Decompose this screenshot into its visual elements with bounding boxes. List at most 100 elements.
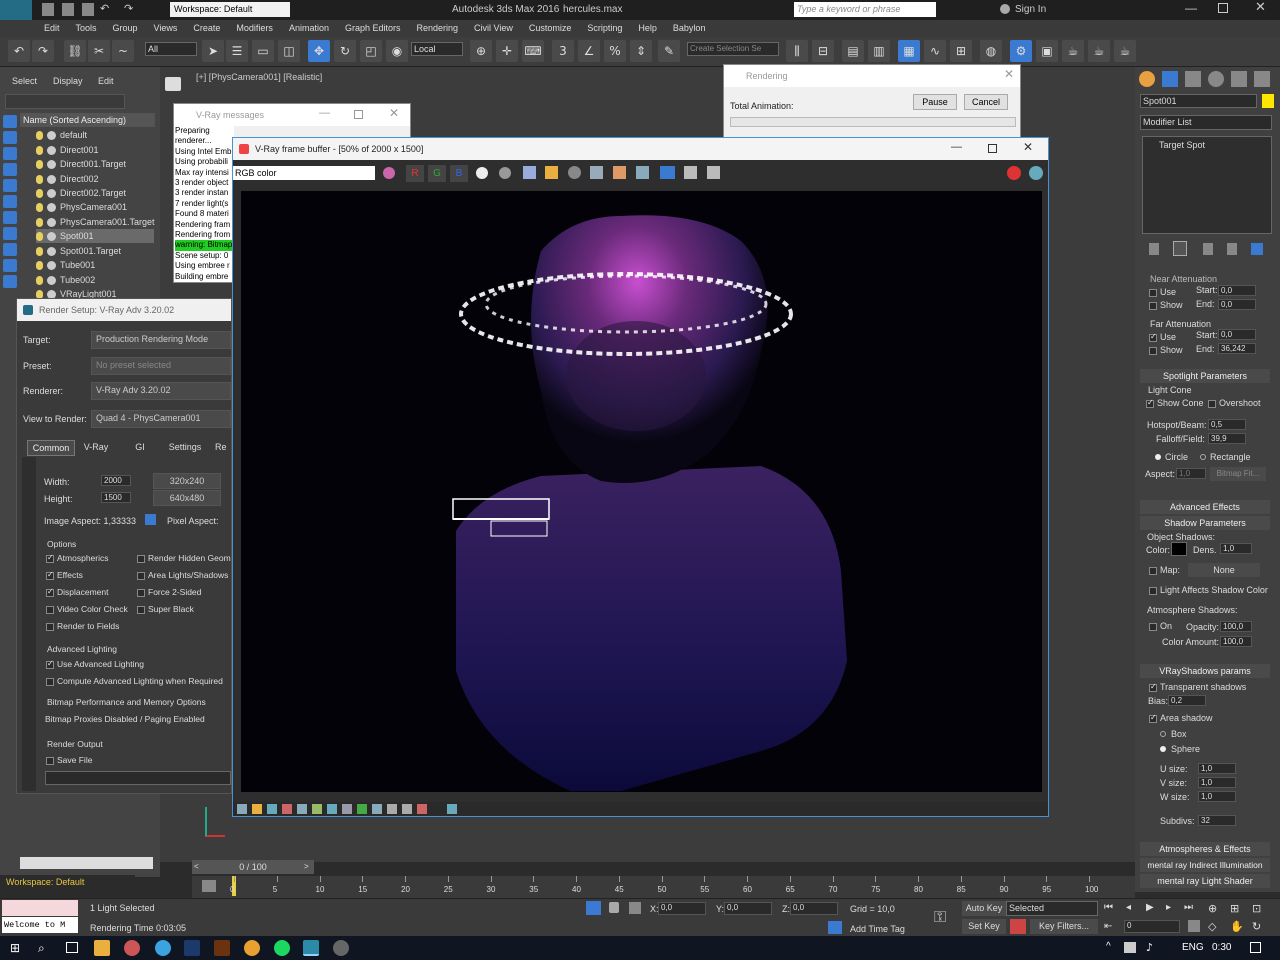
prev-frame-icon[interactable]: ◂ xyxy=(1126,902,1131,913)
align-icon[interactable]: ⊟ xyxy=(812,40,834,62)
layer-explorer-icon[interactable]: ▤ xyxy=(842,40,864,62)
keyboard-language[interactable]: ENG xyxy=(1182,942,1204,953)
undo-icon[interactable]: ↶ xyxy=(8,40,30,62)
render-iterative-icon[interactable]: ☕ xyxy=(1088,40,1110,62)
z-coordinate-field[interactable]: 0,0 xyxy=(790,902,838,915)
green-channel-button[interactable]: G xyxy=(428,165,446,182)
configure-sets-icon[interactable] xyxy=(1251,243,1263,255)
modifier-stack[interactable]: Target Spot xyxy=(1142,136,1272,234)
window-maximize-button[interactable] xyxy=(988,144,997,153)
display-tab-icon[interactable] xyxy=(1231,71,1247,87)
box-radio[interactable]: Box xyxy=(1160,729,1210,739)
time-slider[interactable]: 0 / 100 xyxy=(192,860,314,874)
falloff-spinner[interactable]: 39,9 xyxy=(1208,433,1246,444)
menu-help[interactable]: Help xyxy=(630,20,665,37)
compute-advanced-lighting-checkbox[interactable]: Compute Advanced Lighting when Required xyxy=(46,676,223,686)
tab-gi[interactable]: GI xyxy=(121,440,159,456)
signin-icon[interactable] xyxy=(1000,4,1010,14)
histogram-icon[interactable] xyxy=(402,804,412,814)
file-explorer-icon[interactable] xyxy=(94,940,110,956)
vfb-title[interactable]: V-Ray frame buffer - [50% of 2000 x 1500… xyxy=(233,138,1048,160)
light-bulb-icon[interactable] xyxy=(36,218,43,228)
schematic-view-icon[interactable]: ⊞ xyxy=(950,40,972,62)
rendering-progress-window[interactable]: Rendering ✕ Total Animation: Pause Cance… xyxy=(723,64,1021,144)
render-production-icon[interactable]: ☕ xyxy=(1062,40,1084,62)
pin-stack-icon[interactable] xyxy=(1149,243,1159,255)
selection-lock-icon[interactable] xyxy=(609,902,619,913)
pan-icon[interactable]: ✋ xyxy=(1230,920,1244,933)
save-image-icon[interactable] xyxy=(523,166,536,179)
advanced-effects-rollout[interactable]: Advanced Effects xyxy=(1140,500,1270,514)
3dsmax-taskbar-icon[interactable] xyxy=(303,940,319,956)
list-item[interactable]: Direct002 xyxy=(36,172,99,186)
list-item[interactable]: PhysCamera001.Target xyxy=(36,215,155,229)
force-2-sided-checkbox[interactable]: Force 2-Sided xyxy=(137,587,201,597)
scene-explorer-hscroll[interactable] xyxy=(20,857,153,869)
menu-babylon[interactable]: Babylon xyxy=(665,20,714,37)
display-spacewarps-icon[interactable] xyxy=(3,227,17,240)
render-image[interactable] xyxy=(241,191,1042,792)
lut-icon[interactable] xyxy=(312,804,322,814)
snaps-toggle-icon[interactable]: 3 xyxy=(552,40,574,62)
reference-coord-dropdown[interactable]: Local xyxy=(411,42,463,56)
view-to-render-dropdown[interactable]: Quad 4 - PhysCamera001 xyxy=(91,410,231,428)
render-setup-title[interactable]: Render Setup: V-Ray Adv 3.20.02 xyxy=(17,299,231,321)
overshoot-checkbox[interactable]: Overshoot xyxy=(1208,398,1272,408)
menu-rendering[interactable]: Rendering xyxy=(409,20,467,37)
list-item[interactable]: PhysCamera001 xyxy=(36,200,127,214)
render-hidden-geom-checkbox[interactable]: Render Hidden Geom xyxy=(137,553,231,563)
named-selection-input[interactable]: Create Selection Se xyxy=(687,42,779,56)
list-item[interactable]: Direct001 xyxy=(36,143,99,157)
display-xrefs-icon[interactable] xyxy=(3,259,17,272)
quick-access-save-icon[interactable] xyxy=(82,3,94,16)
unlink-icon[interactable]: ✂ xyxy=(88,40,110,62)
levels-icon[interactable] xyxy=(282,804,292,814)
area-lights-shadows-checkbox[interactable]: Area Lights/Shadows xyxy=(137,570,228,580)
menu-scripting[interactable]: Scripting xyxy=(579,20,630,37)
photoshop-icon[interactable] xyxy=(184,940,200,956)
menu-group[interactable]: Group xyxy=(105,20,146,37)
list-item-selected[interactable]: Spot001 xyxy=(36,229,154,243)
spotify-icon[interactable] xyxy=(274,940,290,956)
width-spinner[interactable]: 2000 xyxy=(101,475,131,486)
select-and-scale-icon[interactable]: ◰ xyxy=(360,40,382,62)
save-file-checkbox[interactable]: Save File xyxy=(46,755,92,765)
redo-icon[interactable]: ↷ xyxy=(124,2,133,15)
menu-edit[interactable]: Edit xyxy=(36,20,68,37)
list-item[interactable]: Spot001.Target xyxy=(36,244,121,258)
material-editor-icon[interactable]: ◍ xyxy=(980,40,1002,62)
spotlight-parameters-rollout[interactable]: Spotlight Parameters xyxy=(1140,369,1270,383)
vray-taskbar-icon[interactable] xyxy=(333,940,349,956)
modify-tab-icon[interactable] xyxy=(1162,71,1178,87)
render-setup-scrollbar[interactable] xyxy=(22,457,36,791)
rendered-frame-window-icon[interactable]: ▣ xyxy=(1036,40,1058,62)
icc-icon[interactable] xyxy=(327,804,337,814)
color-corrections-icon[interactable] xyxy=(252,804,262,814)
alpha-channel-icon[interactable] xyxy=(499,167,511,179)
quick-access-new-icon[interactable] xyxy=(42,3,54,16)
track-bar-icon[interactable] xyxy=(202,880,216,892)
far-start-spinner[interactable]: 0,0 xyxy=(1218,329,1256,340)
super-black-checkbox[interactable]: Super Black xyxy=(137,604,194,614)
lock-aspect-icon[interactable] xyxy=(145,514,156,525)
chrome-icon[interactable] xyxy=(244,940,260,956)
color-amount-spinner[interactable]: 100,0 xyxy=(1220,636,1252,647)
goto-end-icon[interactable]: ⏭ xyxy=(1184,902,1193,913)
zoom-icon[interactable]: ⊕ xyxy=(1208,902,1217,915)
pivot-center-icon[interactable]: ⊕ xyxy=(470,40,492,62)
goto-start-icon[interactable]: ⏮ xyxy=(1104,902,1113,913)
start-button-icon[interactable]: ⊞ xyxy=(10,941,24,955)
compare-icon[interactable] xyxy=(684,166,697,179)
set-key-icon[interactable] xyxy=(1010,919,1026,934)
height-spinner[interactable]: 1500 xyxy=(101,492,131,503)
activeshade-icon[interactable]: ☕ xyxy=(1114,40,1136,62)
atmospheres-effects-rollout[interactable]: Atmospheres & Effects xyxy=(1140,842,1270,856)
window-close-button[interactable]: ✕ xyxy=(1004,67,1014,81)
menu-create[interactable]: Create xyxy=(185,20,228,37)
absolute-mode-icon[interactable] xyxy=(629,902,641,914)
minimize-button[interactable]: — xyxy=(1185,1,1197,15)
isolate-selection-icon[interactable] xyxy=(586,901,601,915)
time-slider-next-icon[interactable]: > xyxy=(304,862,309,871)
menu-tools[interactable]: Tools xyxy=(68,20,105,37)
zoom-extents-icon[interactable]: ⊡ xyxy=(1252,902,1261,915)
